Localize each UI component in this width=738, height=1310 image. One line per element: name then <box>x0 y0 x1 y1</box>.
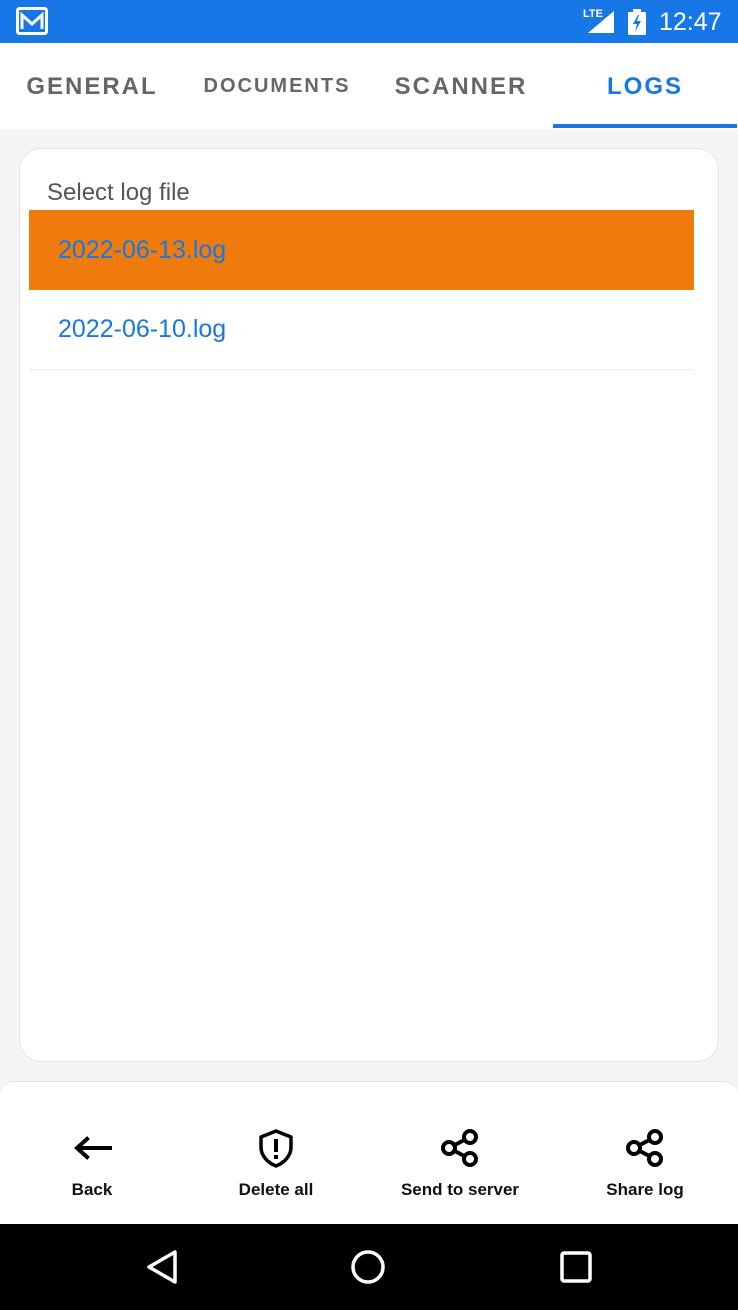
clock: 12:47 <box>659 8 722 36</box>
bottom-action-bar: Back Delete all Send to server Share log <box>0 1081 738 1224</box>
recents-square-icon[interactable] <box>560 1251 592 1283</box>
signal-icon <box>588 11 614 33</box>
system-nav-bar <box>0 1224 738 1310</box>
log-file-item[interactable]: 2022-06-10.log <box>29 290 694 370</box>
back-triangle-icon[interactable] <box>145 1249 179 1285</box>
arrow-left-icon <box>74 1136 112 1160</box>
log-file-panel: Select log file 2022-06-13.log 2022-06-1… <box>19 148 719 1062</box>
tab-general[interactable]: GENERAL <box>0 43 184 129</box>
panel-title: Select log file <box>47 179 190 206</box>
share-icon <box>626 1129 663 1167</box>
back-button[interactable]: Back <box>0 1082 184 1225</box>
log-file-item[interactable]: 2022-06-13.log <box>29 210 694 290</box>
tab-logs[interactable]: LOGS <box>553 43 737 129</box>
delete-all-button[interactable]: Delete all <box>184 1082 368 1225</box>
shield-alert-icon <box>259 1129 293 1168</box>
send-to-server-button[interactable]: Send to server <box>368 1082 552 1225</box>
delete-all-label: Delete all <box>238 1180 314 1199</box>
mail-app-icon <box>16 7 48 35</box>
share-icon <box>441 1129 478 1167</box>
share-log-button[interactable]: Share log <box>553 1082 737 1225</box>
back-label: Back <box>71 1180 113 1199</box>
status-bar: LTE 12:47 <box>0 0 738 43</box>
battery-charging-icon <box>628 9 646 35</box>
home-circle-icon[interactable] <box>350 1249 386 1285</box>
share-log-label: Share log <box>606 1180 684 1199</box>
active-tab-indicator <box>553 124 737 128</box>
tab-scanner[interactable]: SCANNER <box>369 43 553 129</box>
tab-documents[interactable]: DOCUMENTS <box>192 43 362 129</box>
tab-bar: GENERAL DOCUMENTS SCANNER LOGS <box>0 43 738 129</box>
send-to-server-label: Send to server <box>400 1180 520 1199</box>
